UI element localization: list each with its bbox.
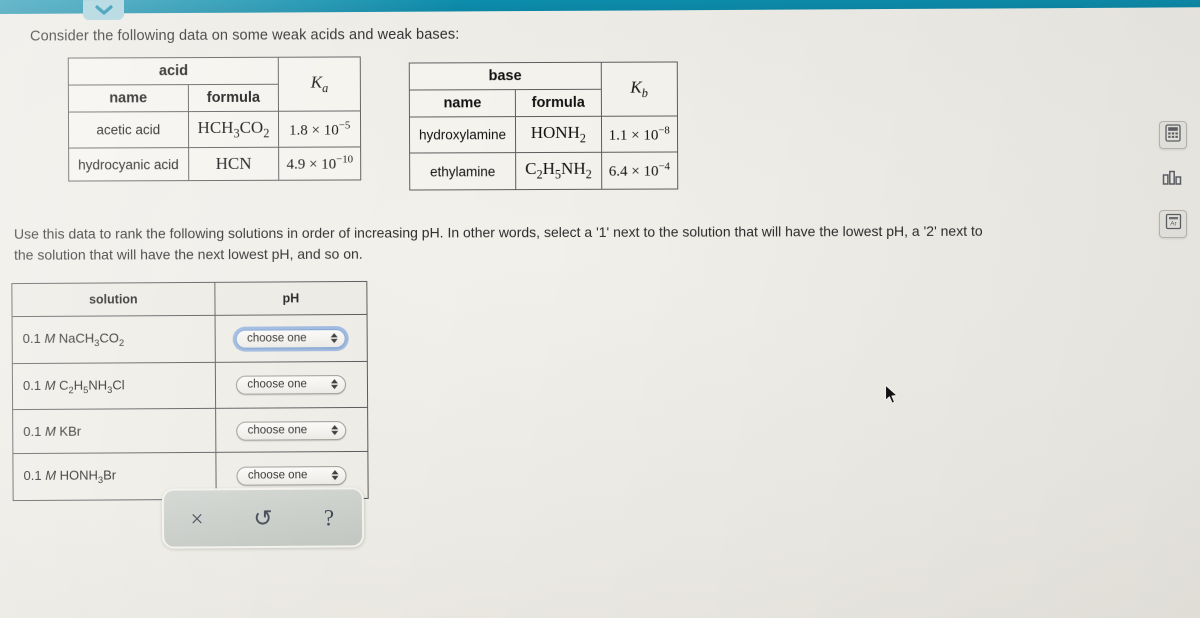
stepper-arrows-icon [330, 332, 339, 344]
ph-column-header: pH [214, 281, 368, 316]
kb-symbol-header: Kb [600, 61, 678, 117]
acid-ka-value: 4.9 × 10−10 [278, 147, 361, 181]
bar-chart-icon [1161, 169, 1183, 192]
top-accent-bar [0, 0, 1200, 14]
base-kb-value: 6.4 × 10−4 [601, 152, 678, 190]
ph-rank-dropdown-label: choose one [247, 332, 307, 345]
stepper-arrows-icon [331, 424, 340, 436]
ph-rank-dropdown-label: choose one [247, 469, 308, 482]
table-header-row: solution pH [11, 281, 368, 317]
periodic-table-tool-button[interactable]: Ar [1159, 210, 1187, 238]
table-row: hydrocyanic acid HCN 4.9 × 10−10 [68, 147, 361, 182]
base-name: hydroxylamine [409, 116, 516, 154]
calculator-tool-button[interactable] [1159, 121, 1187, 149]
intro-text: Consider the following data on some weak… [29, 26, 460, 45]
stepper-arrows-icon [331, 469, 340, 481]
base-col-name: name [409, 89, 516, 118]
top-bar-sheen [0, 0, 1200, 14]
ph-rank-dropdown[interactable]: choose one [236, 375, 347, 396]
mouse-pointer-icon [884, 384, 900, 410]
ph-rank-dropdown-label: choose one [247, 423, 308, 437]
ph-cell: choose one [215, 407, 368, 453]
collapse-toggle-button[interactable] [83, 0, 124, 21]
ph-rank-dropdown-label: choose one [247, 378, 307, 392]
table-row: 0.1 M NaCH3CO2 choose one [12, 314, 368, 364]
ph-rank-dropdown[interactable]: choose one [236, 328, 347, 349]
base-col-formula: formula [515, 89, 602, 117]
ph-cell: choose one [215, 361, 368, 409]
table-row: 0.1 M C2H5NH3Cl choose one [12, 361, 368, 410]
table-row: 0.1 M KBr choose one [12, 407, 368, 454]
acid-col-name: name [68, 84, 189, 113]
ka-symbol-header: Ka [278, 56, 361, 112]
solution-label: 0.1 M NaCH3CO2 [12, 315, 216, 364]
table-row: acetic acid HCH3CO2 1.8 × 10−5 [68, 110, 361, 149]
calculator-icon [1165, 123, 1181, 147]
solution-label: 0.1 M KBr [12, 408, 216, 454]
mouse-cursor [884, 384, 900, 406]
table-row: hydroxylamine HONH2 1.1 × 10−8 [409, 115, 678, 154]
acid-group-header: acid [68, 57, 279, 86]
acid-data-table: acid Ka name formula acetic acid HCH3CO2… [67, 56, 362, 182]
undo-icon: ↺ [253, 505, 273, 531]
clear-button[interactable]: × [176, 498, 218, 538]
help-button[interactable]: ? [308, 497, 350, 537]
ranking-instruction-line2: the solution that will have the next low… [14, 245, 363, 263]
periodic-table-icon: Ar [1165, 213, 1182, 235]
chevron-down-icon [94, 4, 114, 16]
acid-formula: HCH3CO2 [188, 111, 279, 148]
ranking-instruction-line1: Use this data to rank the following solu… [13, 222, 983, 242]
svg-text:Ar: Ar [1170, 221, 1177, 228]
undo-button[interactable]: ↺ [242, 498, 284, 538]
base-group-header: base [409, 62, 601, 91]
acid-name: hydrocyanic acid [68, 147, 189, 182]
acid-col-formula: formula [187, 84, 279, 112]
base-formula: HONH2 [515, 116, 602, 153]
acid-ka-value: 1.8 × 10−5 [278, 110, 361, 148]
help-icon: ? [323, 505, 335, 531]
close-icon: × [190, 505, 204, 532]
answer-toolbar: × ↺ ? [161, 487, 365, 549]
solution-column-header: solution [11, 282, 215, 317]
ph-rank-dropdown[interactable]: choose one [236, 466, 347, 486]
table-row: ethylamine C2H5NH2 6.4 × 10−4 [409, 152, 678, 190]
ranking-instruction: Use this data to rank the following solu… [14, 220, 1142, 266]
base-formula: C2H5NH2 [515, 152, 602, 190]
ph-cell: choose one [214, 314, 368, 362]
base-data-table: base Kb name formula hydroxylamine HONH2… [408, 61, 679, 191]
base-name: ethylamine [409, 152, 516, 190]
solution-label: 0.1 M C2H5NH3Cl [12, 361, 216, 410]
acid-name: acetic acid [68, 111, 189, 149]
solution-ph-table: solution pH 0.1 M NaCH3CO2 choose one 0.… [11, 280, 369, 501]
base-kb-value: 1.1 × 10−8 [601, 115, 678, 153]
stepper-arrows-icon [330, 378, 339, 390]
page-background: Consider the following data on some weak… [0, 0, 1200, 618]
chart-tool-button[interactable] [1159, 167, 1185, 193]
ph-rank-dropdown[interactable]: choose one [236, 420, 347, 441]
acid-formula: HCN [188, 147, 280, 181]
